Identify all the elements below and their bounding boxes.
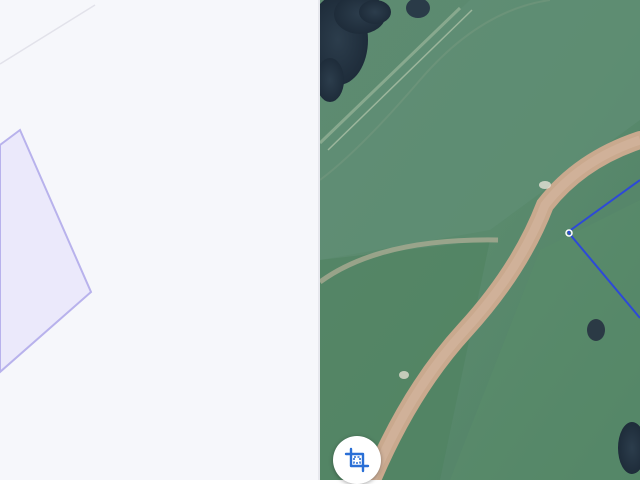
parcel-polygon[interactable] bbox=[0, 128, 93, 374]
crop-button[interactable] bbox=[333, 436, 381, 484]
satellite-map-view[interactable] bbox=[320, 0, 640, 480]
crop-icon bbox=[344, 447, 370, 473]
road-outline bbox=[0, 4, 96, 65]
vector-map-canvas bbox=[0, 4, 96, 374]
satellite-imagery bbox=[320, 0, 640, 480]
vector-map-view[interactable] bbox=[0, 0, 318, 480]
